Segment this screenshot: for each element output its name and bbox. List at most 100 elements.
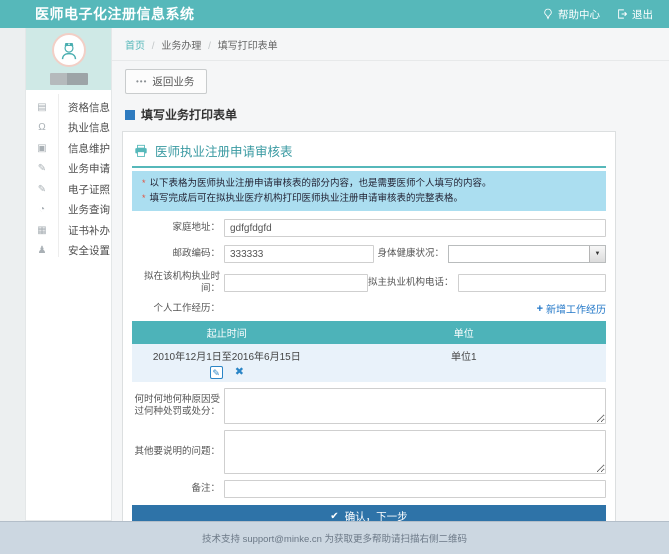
breadcrumb-separator: / [152, 41, 155, 52]
ellipsis-icon: ••• [136, 78, 147, 86]
row-actions: ✎ ✖ [132, 366, 322, 379]
practice-time-phone-row: 拟在该机构执业时间： 拟主执业机构电话： [132, 271, 606, 295]
blue-square-icon [125, 110, 135, 120]
notice-box: *以下表格为医师执业注册申请审核表的部分内容，也是需要医师个人填写的内容。 *填… [132, 171, 606, 211]
logout-link[interactable]: 退出 [616, 7, 653, 22]
check-icon: ✔ [330, 511, 338, 521]
notice-line: *填写完成后可在拟执业医疗机构打印医师执业注册申请审核表的完整表格。 [142, 191, 596, 206]
sidebar-item-qualification-info[interactable]: ▤ 资格信息 [26, 97, 111, 118]
qualification-info-icon: ▤ [26, 102, 58, 113]
delete-x-icon[interactable]: ✖ [235, 366, 244, 379]
practice-time-label: 拟在该机构执业时间： [132, 271, 224, 295]
notice-line: *以下表格为医师执业注册申请审核表的部分内容，也是需要医师个人填写的内容。 [142, 176, 596, 191]
chevron-down-icon: ▼ [589, 246, 605, 262]
home-address-row: 家庭地址： [132, 219, 606, 237]
page-footer: 技术支持 support@minke.cn 为获取更多帮助请扫描右侧二维码 [0, 521, 669, 554]
main-content: 首页 / 业务办理 / 填写打印表单 ••• 返回业务 填写业务打印表单 医师执… [112, 28, 669, 521]
remark-input[interactable] [224, 480, 606, 498]
other-issues-textarea[interactable] [224, 430, 606, 474]
section-title-text: 填写业务打印表单 [141, 106, 237, 123]
home-address-input[interactable] [224, 219, 606, 237]
sidebar-item-label: 业务查询 [58, 202, 110, 217]
printer-icon [134, 144, 148, 158]
business-apply-icon: ✎ [26, 163, 58, 174]
sidebar-menu: ▤ 资格信息 Ω 执业信息 ▣ 信息维护 ✎ 业务申请 ✎ 电子证照 ◔ 业务查… [26, 90, 111, 261]
app-title: 医师电子化注册信息系统 [35, 4, 195, 24]
postal-health-row: 邮政编码： 身体健康状况： ▼ [132, 245, 606, 263]
work-history-row: 个人工作经历： + 新增工作经历 [132, 301, 606, 316]
health-status-label: 身体健康状况： [377, 248, 448, 260]
table-header-row: 起止时间 单位 [132, 321, 606, 344]
business-query-icon: ◔ [26, 204, 58, 215]
sidebar-item-business-apply[interactable]: ✎ 业务申请 [26, 159, 111, 180]
breadcrumb: 首页 / 业务办理 / 填写打印表单 [112, 28, 669, 61]
app-header: 医师电子化注册信息系统 帮助中心 退出 [0, 0, 669, 28]
user-name-redacted [50, 73, 88, 85]
security-settings-icon: ♟ [26, 245, 58, 256]
table-row: 2010年12月1日至2016年6月15日 ✎ ✖ 单位1 [132, 344, 606, 382]
lightbulb-icon [542, 8, 554, 20]
sidebar-item-business-query[interactable]: ◔ 业务查询 [26, 200, 111, 221]
logout-label: 退出 [632, 7, 653, 22]
period-cell: 2010年12月1日至2016年6月15日 ✎ ✖ [132, 344, 322, 382]
form-panel: 医师执业注册申请审核表 *以下表格为医师执业注册申请审核表的部分内容，也是需要医… [122, 131, 616, 521]
plus-icon: + [537, 303, 543, 315]
breadcrumb-home-link[interactable]: 首页 [125, 41, 145, 52]
org-phone-input[interactable] [458, 274, 606, 292]
remark-label: 备注： [132, 483, 224, 495]
sidebar-item-e-license[interactable]: ✎ 电子证照 [26, 179, 111, 200]
org-phone-label: 拟主执业机构电话： [368, 277, 458, 289]
e-license-icon: ✎ [26, 184, 58, 195]
practice-time-input[interactable] [224, 274, 368, 292]
sidebar-item-practice-info[interactable]: Ω 执业信息 [26, 118, 111, 139]
other-issues-label: 其他要说明的问题： [132, 446, 224, 458]
avatar [52, 33, 86, 67]
logout-icon [616, 8, 628, 20]
home-address-label: 家庭地址： [132, 222, 224, 234]
sidebar-item-label: 资格信息 [58, 100, 110, 115]
edit-icon[interactable]: ✎ [210, 366, 223, 379]
sidebar-item-label: 执业信息 [58, 120, 110, 135]
sidebar-item-label: 安全设置 [58, 243, 110, 258]
punishment-textarea[interactable] [224, 388, 606, 424]
footer-text: 技术支持 support@minke.cn 为获取更多帮助请扫描右侧二维码 [202, 531, 467, 545]
practice-info-icon: Ω [26, 122, 58, 133]
help-center-label: 帮助中心 [558, 7, 600, 22]
sidebar-item-security-settings[interactable]: ♟ 安全设置 [26, 241, 111, 262]
form-title: 医师执业注册申请审核表 [155, 141, 293, 160]
sidebar-item-label: 信息维护 [58, 141, 110, 156]
breadcrumb-current: 填写打印表单 [218, 41, 278, 52]
certificate-reissue-icon: ▦ [26, 225, 58, 236]
sidebar-item-label: 电子证照 [58, 182, 110, 197]
other-issues-row: 其他要说明的问题： [132, 430, 606, 474]
header-actions: 帮助中心 退出 [542, 7, 653, 22]
sidebar-item-label: 证书补办 [58, 223, 110, 238]
confirm-next-label: 确认，下一步 [345, 509, 408, 521]
sidebar-item-certificate-reissue[interactable]: ▦ 证书补办 [26, 220, 111, 241]
asterisk-icon: * [142, 193, 146, 203]
period-text: 2010年12月1日至2016年6月15日 [132, 348, 322, 363]
user-profile-box [26, 28, 111, 90]
info-maintenance-icon: ▣ [26, 143, 58, 154]
punishment-label: 何时何地何种原因受过何种处罚或处分： [132, 394, 224, 418]
doctor-avatar-icon [58, 39, 80, 61]
asterisk-icon: * [142, 178, 146, 188]
confirm-next-button[interactable]: ✔ 确认，下一步 [132, 505, 606, 521]
work-history-label: 个人工作经历： [132, 303, 224, 315]
health-status-select[interactable]: ▼ [448, 245, 606, 263]
back-button-label: 返回业务 [152, 74, 194, 89]
sidebar-item-label: 业务申请 [58, 161, 110, 176]
sidebar: ▤ 资格信息 Ω 执业信息 ▣ 信息维护 ✎ 业务申请 ✎ 电子证照 ◔ 业务查… [25, 28, 112, 521]
sidebar-item-info-maintenance[interactable]: ▣ 信息维护 [26, 138, 111, 159]
help-center-link[interactable]: 帮助中心 [542, 7, 600, 22]
back-to-business-button[interactable]: ••• 返回业务 [125, 69, 207, 94]
punishment-row: 何时何地何种原因受过何种处罚或处分： [132, 388, 606, 424]
section-title: 填写业务打印表单 [125, 106, 669, 123]
add-work-history-label: 新增工作经历 [546, 301, 606, 316]
col-unit-header: 单位 [322, 321, 606, 344]
add-work-history-link[interactable]: + 新增工作经历 [537, 301, 606, 316]
breadcrumb-business-link[interactable]: 业务办理 [161, 41, 201, 52]
postal-code-input[interactable] [224, 245, 374, 263]
postal-code-label: 邮政编码： [132, 248, 224, 260]
remark-row: 备注： [132, 480, 606, 498]
